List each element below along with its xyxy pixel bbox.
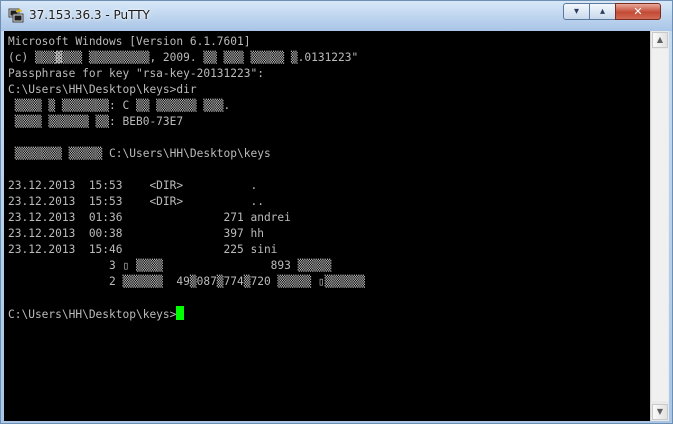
putty-icon[interactable] (8, 8, 24, 23)
terminal-line: 3 ▯ ▒▒▒▒ 893 ▒▒▒▒▒ (8, 259, 332, 272)
close-button[interactable]: ✕ (615, 3, 661, 20)
terminal-line: 2 ▒▒▒▒▒▒ 49▒087▒774▒720 ▒▒▒▒▒ ▯▒▒▒▒▒▒ (8, 275, 365, 288)
scroll-down-arrow-icon: ▼ (656, 407, 664, 416)
terminal-line: 23.12.2013 01:36 271 andrei (8, 211, 291, 224)
terminal-line: 23.12.2013 00:38 397 hh (8, 227, 264, 240)
scrollbar-track[interactable] (652, 49, 668, 401)
title-bar[interactable]: 37.153.36.3 - PuTTY ▾ ▴ ✕ (1, 1, 672, 31)
terminal-line: (c) ▒▒▒▓▒▒▒ ▒▒▒▒▒▒▒▒▒, 2009. ▒▒ ▒▒▒ ▒▒▒▒… (8, 51, 359, 64)
scroll-up-arrow-icon: ▲ (656, 35, 664, 44)
terminal-line: Passphrase for key "rsa-key-20131223": (8, 67, 264, 80)
terminal-line: 23.12.2013 15:46 225 sini (8, 243, 278, 256)
terminal-line: 23.12.2013 15:53 <DIR> .. (8, 195, 264, 208)
terminal-line: ▒▒▒▒ ▒ ▒▒▒▒▒▒▒: C ▒▒ ▒▒▒▒▒▒ ▒▒▒. (8, 99, 231, 112)
minimize-icon: ▾ (573, 5, 580, 17)
maximize-button[interactable]: ▴ (589, 3, 616, 20)
scroll-down-button[interactable]: ▼ (652, 404, 668, 420)
putty-window: 37.153.36.3 - PuTTY ▾ ▴ ✕ Microsoft Wind… (0, 0, 673, 424)
maximize-icon: ▴ (599, 5, 606, 17)
close-icon: ✕ (633, 5, 643, 18)
terminal-prompt: C:\Users\HH\Desktop\keys> (8, 308, 177, 321)
text-cursor (176, 306, 185, 320)
scroll-up-button[interactable]: ▲ (652, 32, 668, 48)
terminal-line: ▒▒▒▒ ▒▒▒▒▒▒ ▒▒: BEB0-73E7 (8, 115, 184, 128)
terminal-line: 23.12.2013 15:53 <DIR> . (8, 179, 258, 192)
window-title: 37.153.36.3 - PuTTY (29, 8, 150, 22)
terminal-line: C:\Users\HH\Desktop\keys>dir (8, 83, 197, 96)
minimize-button[interactable]: ▾ (563, 3, 590, 20)
terminal-line: Microsoft Windows [Version 6.1.7601] (8, 35, 251, 48)
terminal-line: ▒▒▒▒▒▒▒ ▒▒▒▒▒ C:\Users\HH\Desktop\keys (8, 147, 271, 160)
vertical-scrollbar[interactable]: ▲ ▼ (650, 31, 669, 421)
terminal-prompt-line: C:\Users\HH\Desktop\keys> (8, 306, 185, 322)
terminal-area[interactable]: Microsoft Windows [Version 6.1.7601] (c)… (4, 31, 650, 421)
